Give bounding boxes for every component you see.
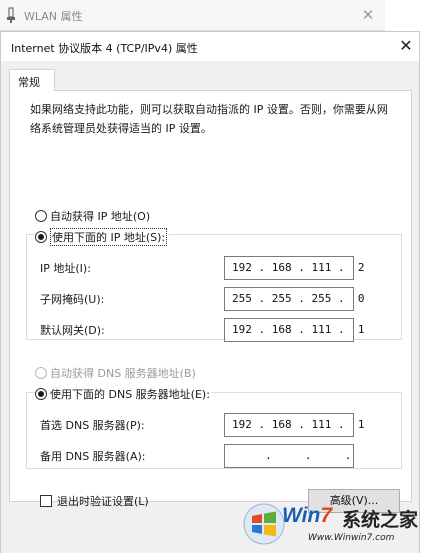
manual-ip-radio[interactable] — [35, 231, 47, 243]
preferred-dns-label: 首选 DNS 服务器(P): — [40, 419, 145, 432]
wlan-properties-window: WLAN 属性 ✕ — [0, 0, 385, 31]
dialog-title: Internet 协议版本 4 (TCP/IPv4) 属性 — [11, 42, 198, 55]
manual-ip-label: 使用下面的 IP 地址(S): — [50, 228, 168, 246]
description-text: 如果网络支持此功能，则可以获取自动指派的 IP 设置。否则，你需要从网络系统管理… — [30, 103, 388, 135]
wlan-close-icon[interactable]: ✕ — [356, 4, 380, 26]
wlan-window-title: WLAN 属性 — [24, 10, 83, 23]
ip-address-input[interactable]: 192 . 168 . 111 . 2 — [224, 256, 364, 280]
manual-dns-radio[interactable] — [35, 388, 47, 400]
manual-dns-option[interactable]: 使用下面的 DNS 服务器地址(E): — [35, 386, 212, 402]
network-adapter-icon — [7, 7, 15, 23]
auto-dns-radio — [35, 367, 47, 379]
ip-address-label: IP 地址(I): — [40, 262, 91, 275]
auto-ip-label: 自动获得 IP 地址(O) — [50, 210, 151, 223]
preferred-dns-input[interactable]: 192 . 168 . 111 . 1 — [224, 413, 364, 437]
manual-ip-option[interactable]: 使用下面的 IP 地址(S): — [35, 228, 170, 246]
auto-dns-label: 自动获得 DNS 服务器地址(B) — [50, 367, 196, 380]
alternate-dns-label: 备用 DNS 服务器(A): — [40, 450, 146, 463]
validate-on-exit-option[interactable]: 退出时验证设置(L) — [40, 493, 149, 509]
subnet-mask-label: 子网掩码(U): — [40, 293, 105, 306]
validate-on-exit-checkbox[interactable] — [40, 495, 52, 507]
auto-dns-option: 自动获得 DNS 服务器地址(B) — [35, 365, 196, 381]
site-watermark: Win7 系统之家 Www.Winwin7.com — [242, 500, 418, 550]
dialog-titlebar: Internet 协议版本 4 (TCP/IPv4) 属性 ✕ — [1, 32, 419, 61]
tab-general[interactable]: 常规 — [9, 69, 55, 91]
manual-dns-label: 使用下面的 DNS 服务器地址(E): — [50, 388, 210, 401]
windows-logo-icon — [243, 503, 285, 545]
auto-ip-radio[interactable] — [35, 210, 47, 222]
watermark-brand: Win7 — [282, 504, 332, 527]
alternate-dns-input[interactable]: . . . — [224, 444, 354, 468]
tab-general-label: 常规 — [18, 76, 40, 89]
auto-ip-option[interactable]: 自动获得 IP 地址(O) — [35, 208, 150, 224]
close-icon[interactable]: ✕ — [395, 35, 417, 57]
dialog-client-area: 常规 如果网络支持此功能，则可以获取自动指派的 IP 设置。否则，你需要从网络系… — [1, 61, 419, 553]
default-gateway-label: 默认网关(D): — [40, 324, 105, 337]
watermark-brand-cn: 系统之家 — [342, 509, 419, 531]
subnet-mask-input[interactable]: 255 . 255 . 255 . 0 — [224, 287, 364, 311]
watermark-url: Www.Winwin7.com — [308, 533, 395, 543]
ipv4-properties-dialog: Internet 协议版本 4 (TCP/IPv4) 属性 ✕ 常规 如果网络支… — [0, 31, 420, 553]
default-gateway-input[interactable]: 192 . 168 . 111 . 1 — [224, 318, 364, 342]
validate-on-exit-label: 退出时验证设置(L) — [57, 495, 149, 508]
general-tab-panel: 如果网络支持此功能，则可以获取自动指派的 IP 设置。否则，你需要从网络系统管理… — [9, 90, 412, 513]
